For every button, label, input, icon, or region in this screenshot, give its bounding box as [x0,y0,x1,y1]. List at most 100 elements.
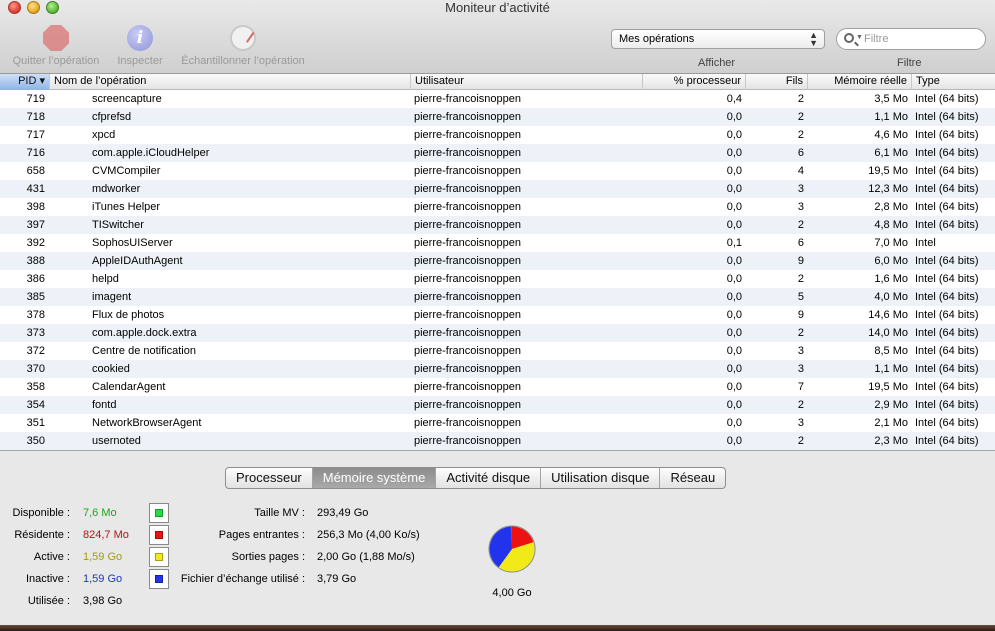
row-pid: 392 [26,237,45,249]
row-pid: 716 [26,147,45,159]
row-real-memory: 4,0 Mo [874,291,908,303]
row-threads: 4 [797,165,804,177]
row-pid: 378 [26,309,45,321]
row-user: pierre-francoisnoppen [414,345,522,357]
row-real-memory: 7,0 Mo [874,237,908,249]
active-memory-value: 1,59 Go [83,551,123,563]
column-header-user[interactable]: Utilisateur [411,74,643,90]
row-user: pierre-francoisnoppen [414,399,522,411]
table-row[interactable]: 350 usernoted pierre-francoisnoppen 0,0 2 2,3… [0,432,995,450]
table-row[interactable]: 385 imagent pierre-francoisnoppen 0,0 5 4,0 M… [0,288,995,306]
quit-process-button[interactable]: Quitter l’opération [4,25,108,67]
row-type: Intel (64 bits) [915,201,979,213]
row-type: Intel (64 bits) [915,291,979,303]
row-cpu-percent: 0,0 [726,165,742,177]
free-memory-color-well[interactable] [149,503,169,523]
tab-network[interactable]: Réseau [660,468,725,488]
table-row[interactable]: 719 screencapture pierre-francoisnoppen 0,4… [0,90,995,108]
table-row[interactable]: 358 CalendarAgent pierre-francoisnoppen 0,0… [0,378,995,396]
table-row[interactable]: 397 TISwitcher pierre-francoisnoppen 0,0 2 4,… [0,216,995,234]
stop-sign-icon [43,25,69,51]
table-row[interactable]: 718 cfprefsd pierre-francoisnoppen 0,0 2 1,1 … [0,108,995,126]
row-process-name: CVMCompiler [92,165,161,177]
table-row[interactable]: 386 helpd pierre-francoisnoppen 0,0 2 1,6 Mo I… [0,270,995,288]
table-row[interactable]: 373 com.apple.dock.extra pierre-francoisno… [0,324,995,342]
row-user: pierre-francoisnoppen [414,111,522,123]
table-row[interactable]: 431 mdworker pierre-francoisnoppen 0,0 3 12,3… [0,180,995,198]
tab-disk-usage[interactable]: Utilisation disque [541,468,661,488]
row-real-memory: 2,9 Mo [874,399,908,411]
row-process-name: com.apple.dock.extra [92,327,197,339]
row-real-memory: 1,1 Mo [874,111,908,123]
wired-memory-color-well[interactable] [149,525,169,545]
row-process-name: cookied [92,363,130,375]
row-process-name: com.apple.iCloudHelper [92,147,210,159]
row-process-name: mdworker [92,183,141,195]
column-header-real-memory[interactable]: Mémoire réelle [808,74,912,90]
search-icon [844,33,854,43]
table-row[interactable]: 378 Flux de photos pierre-francoisnoppen 0,… [0,306,995,324]
column-header-threads[interactable]: Fils [746,74,808,90]
column-header-pid[interactable]: PID ▾ [0,74,50,90]
row-real-memory: 8,5 Mo [874,345,908,357]
table-row[interactable]: 658 CVMCompiler pierre-francoisnoppen 0,0 4 1… [0,162,995,180]
table-row[interactable]: 388 AppleIDAuthAgent pierre-francoisnoppen… [0,252,995,270]
active-memory-swatch [155,553,163,561]
row-user: pierre-francoisnoppen [414,219,522,231]
split-view-divider[interactable] [0,450,995,451]
tab-system-memory[interactable]: Mémoire système [312,468,437,488]
row-user: pierre-francoisnoppen [414,273,522,285]
inactive-memory-value: 1,59 Go [83,573,123,585]
row-process-name: NetworkBrowserAgent [92,417,202,429]
row-real-memory: 12,3 Mo [868,183,908,195]
row-threads: 2 [797,327,804,339]
sample-process-button[interactable]: Échantillonner l’opération [172,25,314,67]
tab-disk-activity[interactable]: Activité disque [436,468,542,488]
close-window-button[interactable] [8,1,21,14]
wired-memory-swatch [155,531,163,539]
row-user: pierre-francoisnoppen [414,381,522,393]
row-threads: 3 [797,363,804,375]
row-type: Intel (64 bits) [915,399,979,411]
row-real-memory: 4,6 Mo [874,129,908,141]
tab-cpu[interactable]: Processeur [226,468,313,488]
column-header-name[interactable]: Nom de l’opération [50,74,411,90]
show-processes-select[interactable]: Mes opérations ▲ ▼ [611,29,825,49]
page-outs-value: 2,00 Go (1,88 Mo/s) [317,551,415,563]
column-header-cpu[interactable]: % processeur [643,74,746,90]
table-row[interactable]: 351 NetworkBrowserAgent pierre-francoisnop… [0,414,995,432]
table-row[interactable]: 372 Centre de notification pierre-francois… [0,342,995,360]
table-row[interactable]: 717 xpcd pierre-francoisnoppen 0,0 2 4,6 Mo In… [0,126,995,144]
row-type: Intel (64 bits) [915,273,979,285]
row-pid: 658 [26,165,45,177]
active-memory-label: Active : [33,551,70,563]
column-header-type[interactable]: Type [912,74,995,90]
page-ins-label: Pages entrantes : [218,529,305,541]
zoom-window-button[interactable] [46,1,59,14]
table-row[interactable]: 716 com.apple.iCloudHelper pierre-francois… [0,144,995,162]
row-type: Intel (64 bits) [915,417,979,429]
row-process-name: usernoted [92,435,141,447]
row-process-name: Centre de notification [92,345,196,357]
inactive-memory-color-well[interactable] [149,569,169,589]
wired-memory-value: 824,7 Mo [83,529,129,541]
row-cpu-percent: 0,0 [726,219,742,231]
row-type: Intel (64 bits) [915,129,979,141]
row-type: Intel (64 bits) [915,183,979,195]
table-row[interactable]: 354 fontd pierre-francoisnoppen 0,0 2 2,9 Mo I… [0,396,995,414]
filter-search-field[interactable]: ▼ [836,28,986,50]
swap-used-label: Fichier d’échange utilisé : [180,573,305,585]
minimize-window-button[interactable] [27,1,40,14]
desktop-background-strip [0,625,995,631]
row-threads: 3 [797,345,804,357]
row-type: Intel (64 bits) [915,255,979,267]
table-row[interactable]: 398 iTunes Helper pierre-francoisnoppen 0,0… [0,198,995,216]
active-memory-color-well[interactable] [149,547,169,567]
row-pid: 397 [26,219,45,231]
row-process-name: fontd [92,399,117,411]
table-row[interactable]: 370 cookied pierre-francoisnoppen 0,0 3 1,1 M… [0,360,995,378]
row-pid: 351 [26,417,45,429]
table-row[interactable]: 392 SophosUIServer pierre-francoisnoppen 0,… [0,234,995,252]
inspect-button[interactable]: i Inspecter [112,25,168,67]
filter-input[interactable] [864,32,979,46]
